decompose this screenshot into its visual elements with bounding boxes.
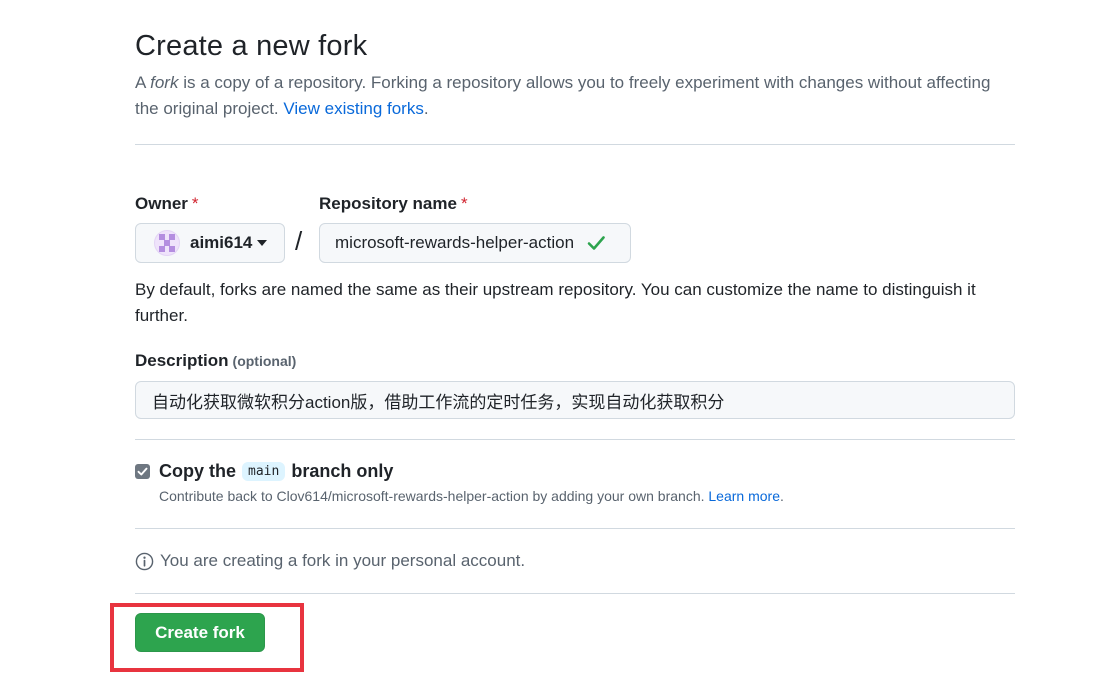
repository-name-value: microsoft-rewards-helper-action	[335, 233, 575, 252]
intro-text-b: is a copy of a repository. Forking a rep…	[135, 73, 991, 118]
owner-select-button[interactable]: aimi614	[135, 223, 285, 263]
intro-text-end: .	[423, 99, 429, 118]
divider	[135, 144, 1015, 145]
owner-label: Owner *	[135, 194, 199, 214]
check-icon	[587, 236, 605, 250]
intro-fork-emphasis: fork	[150, 73, 179, 92]
repo-name-label: Repository name *	[319, 194, 468, 214]
owner-name: aimi614	[190, 233, 253, 252]
description-optional-note: (optional)	[232, 353, 297, 369]
description-label-text: Description	[135, 351, 229, 370]
owner-label-text: Owner	[135, 194, 188, 213]
description-label: Description (optional)	[135, 351, 296, 371]
owner-required-mark: *	[191, 194, 199, 213]
divider	[135, 593, 1015, 594]
repo-name-help-text: By default, forks are named the same as …	[135, 280, 976, 325]
fork-account-notice-text: You are creating a fork in your personal…	[160, 551, 526, 570]
view-existing-forks-link[interactable]: View existing forks	[283, 99, 423, 118]
highlight-box	[110, 603, 304, 672]
avatar	[154, 230, 180, 256]
contribute-hint-end: .	[779, 488, 784, 504]
copy-suffix: branch only	[291, 461, 394, 481]
info-icon	[135, 552, 154, 570]
owner-repo-separator: /	[295, 226, 303, 256]
branch-code-tag: main	[242, 462, 286, 481]
repo-name-label-text: Repository name	[319, 194, 457, 213]
copy-main-branch-checkbox[interactable]	[135, 464, 150, 479]
description-value: 自动化获取微软积分action版，借助工作流的定时任务，实现自动化获取积分	[152, 392, 725, 412]
intro-text: A fork is a copy of a repository. Forkin…	[135, 70, 1015, 122]
repo-required-mark: *	[460, 194, 468, 213]
intro-text-a: A	[135, 73, 151, 92]
repository-name-input[interactable]: microsoft-rewards-helper-action	[319, 223, 631, 263]
learn-more-link[interactable]: Learn more	[708, 488, 780, 504]
divider	[135, 439, 1015, 440]
copy-branch-label[interactable]: Copy the main branch only	[159, 461, 393, 482]
contribute-hint: Contribute back to Clov614/microsoft-rew…	[159, 488, 784, 504]
checkbox-checked-icon	[137, 467, 148, 476]
divider	[135, 528, 1015, 529]
page-title: Create a new fork	[135, 30, 368, 62]
copy-prefix: Copy the	[159, 461, 237, 481]
contribute-hint-text: Contribute back to Clov614/microsoft-rew…	[159, 488, 709, 504]
description-input[interactable]: 自动化获取微软积分action版，借助工作流的定时任务，实现自动化获取积分	[135, 381, 1015, 419]
fork-account-notice: You are creating a fork in your personal…	[135, 551, 525, 571]
chevron-down-icon	[257, 240, 268, 246]
